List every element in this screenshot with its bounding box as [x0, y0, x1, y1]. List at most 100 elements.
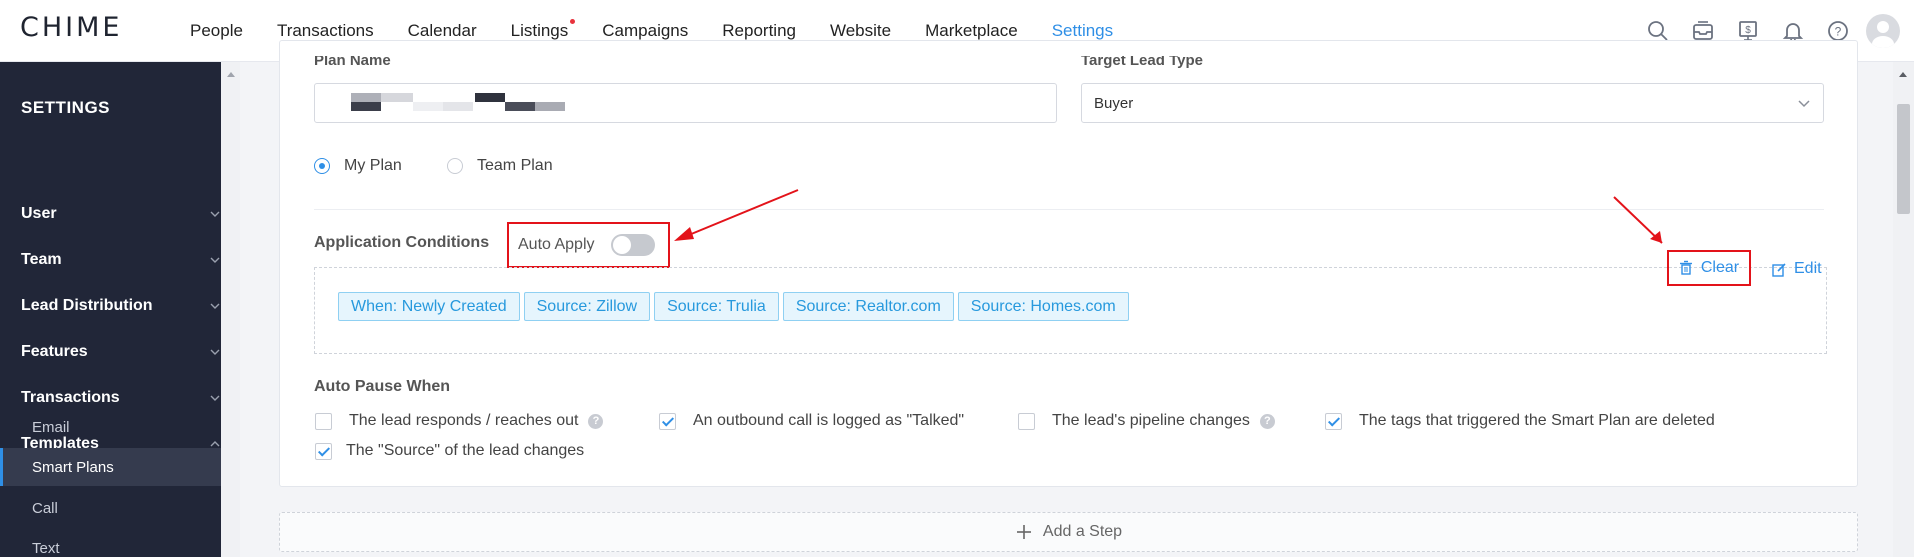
- scroll-up-icon[interactable]: [226, 70, 236, 78]
- condition-tag: Source: Zillow: [523, 292, 651, 321]
- sidebar-item-label: Features: [21, 343, 88, 360]
- sidebar-title: SETTINGS: [21, 98, 111, 117]
- checkbox[interactable]: [315, 442, 332, 460]
- sidebar-item-label: User: [21, 205, 57, 222]
- sidebar-item-lead-distribution[interactable]: Lead Distribution: [0, 286, 221, 326]
- target-lead-type-select[interactable]: Buyer: [1081, 83, 1824, 123]
- nav-marketplace[interactable]: Marketplace: [925, 21, 1018, 41]
- sidebar-sub-smart-plans-row[interactable]: Smart Plans: [0, 448, 221, 486]
- scrollbar-thumb[interactable]: [1897, 104, 1910, 214]
- pause-source-changes[interactable]: The "Source" of the lead changes: [315, 442, 584, 460]
- radio-team-plan[interactable]: Team Plan: [447, 157, 553, 175]
- sidebar-item-label: Lead Distribution: [21, 297, 153, 314]
- nav-people[interactable]: People: [190, 21, 243, 41]
- divider: [314, 209, 1824, 210]
- redacted-block: [535, 102, 565, 111]
- pause-lead-responds[interactable]: The lead responds / reaches out ?: [315, 412, 604, 430]
- checkbox-label: The tags that triggered the Smart Plan a…: [1359, 412, 1715, 429]
- nav-transactions[interactable]: Transactions: [277, 21, 374, 41]
- plan-name-input[interactable]: [314, 83, 1057, 123]
- annotation-arrow: [1613, 196, 1663, 244]
- radio-team-plan-label: Team Plan: [477, 157, 553, 174]
- nav-settings[interactable]: Settings: [1052, 21, 1113, 41]
- page-scrollbar[interactable]: [1893, 62, 1914, 557]
- redacted-block: [413, 102, 443, 111]
- nav-reporting[interactable]: Reporting: [722, 21, 796, 41]
- condition-tag: Source: Trulia: [654, 292, 779, 321]
- condition-tag: Source: Realtor.com: [782, 292, 954, 321]
- nav-website[interactable]: Website: [830, 21, 891, 41]
- radio-my-plan[interactable]: My Plan: [314, 157, 402, 175]
- radio-team-plan-dot[interactable]: [447, 158, 463, 174]
- sidebar-sub-text-row[interactable]: Text: [0, 529, 221, 557]
- notification-dot: [570, 19, 576, 24]
- annotation-arrow: [674, 189, 799, 241]
- clear-label: Clear: [1700, 259, 1740, 276]
- nav-campaigns[interactable]: Campaigns: [602, 21, 688, 41]
- chevron-down-icon: [210, 349, 220, 355]
- add-step-label: Add a Step: [1042, 523, 1123, 540]
- svg-text:$: $: [1745, 25, 1751, 36]
- auto-apply-label: Auto Apply: [518, 236, 595, 253]
- redacted-block: [505, 102, 535, 111]
- add-step-button[interactable]: Add a Step: [279, 512, 1858, 552]
- help-icon[interactable]: ?: [588, 413, 604, 429]
- sidebar-scrollbar[interactable]: [221, 62, 240, 557]
- radio-my-plan-label: My Plan: [344, 157, 402, 174]
- checkbox[interactable]: [1018, 412, 1035, 430]
- redacted-block: [443, 102, 473, 111]
- nav-calendar[interactable]: Calendar: [408, 21, 477, 41]
- sidebar-item-features[interactable]: Features: [0, 332, 221, 372]
- svg-text:?: ?: [1835, 25, 1842, 39]
- help-icon[interactable]: ?: [1259, 413, 1275, 429]
- avatar[interactable]: [1866, 14, 1900, 48]
- checkbox[interactable]: [659, 412, 676, 430]
- redacted-block: [351, 102, 381, 111]
- application-conditions-title: Application Conditions: [314, 234, 490, 251]
- trash-icon: [1679, 260, 1692, 275]
- sidebar-item-team[interactable]: Team: [0, 240, 221, 280]
- auto-apply-highlight: Auto Apply: [507, 222, 670, 268]
- pause-pipeline-changes[interactable]: The lead's pipeline changes ?: [1018, 412, 1275, 430]
- condition-tag: Source: Homes.com: [957, 292, 1129, 321]
- sidebar-sub-label: Smart Plans: [32, 458, 114, 476]
- chevron-down-icon: [210, 211, 220, 217]
- plus-icon: [1016, 525, 1031, 539]
- radio-my-plan-dot[interactable]: [314, 158, 330, 174]
- nav-listings[interactable]: Listings: [511, 19, 576, 41]
- chevron-down-icon: [210, 395, 220, 401]
- sidebar-item-user[interactable]: User: [0, 194, 221, 234]
- redacted-block: [475, 93, 505, 102]
- checkbox-label: An outbound call is logged as "Talked": [693, 412, 965, 429]
- edit-button[interactable]: Edit: [1772, 260, 1822, 278]
- chevron-down-icon: [210, 257, 220, 263]
- checkbox-label: The lead's pipeline changes: [1052, 412, 1250, 429]
- chevron-down-icon: [210, 303, 220, 309]
- redacted-block: [381, 93, 413, 102]
- scroll-up-icon[interactable]: [1898, 70, 1908, 78]
- pause-call-talked[interactable]: An outbound call is logged as "Talked": [659, 412, 964, 430]
- sidebar-sub-label: Call: [32, 499, 58, 517]
- sidebar-item-label: Team: [21, 251, 62, 268]
- checkbox-label: The lead responds / reaches out: [349, 412, 579, 429]
- condition-tag: When: Newly Created: [338, 292, 520, 321]
- condition-tags: When: Newly Created Source: Zillow Sourc…: [338, 292, 1133, 321]
- auto-pause-title: Auto Pause When: [314, 378, 451, 395]
- clear-button[interactable]: Clear: [1667, 250, 1751, 286]
- sidebar-sub-label: Text: [32, 539, 60, 557]
- edit-icon: [1772, 262, 1786, 277]
- auto-apply-toggle[interactable]: [610, 234, 655, 256]
- chevron-down-icon: [1798, 100, 1810, 108]
- sidebar-sub-label: Email: [32, 418, 70, 436]
- conditions-area: When: Newly Created Source: Zillow Sourc…: [314, 267, 1827, 354]
- sidebar-item-label: Transactions: [21, 389, 120, 406]
- edit-label: Edit: [1794, 260, 1822, 277]
- sidebar-sub-email-row[interactable]: Email: [0, 408, 221, 446]
- sidebar-sub-call-row[interactable]: Call: [0, 489, 221, 527]
- checkbox[interactable]: [1325, 412, 1342, 430]
- checkbox[interactable]: [315, 412, 332, 430]
- checkbox-label: The "Source" of the lead changes: [346, 442, 585, 459]
- target-lead-type-value: Buyer: [1094, 95, 1134, 112]
- chime-logo[interactable]: CHIME: [20, 12, 122, 43]
- pause-tags-deleted[interactable]: The tags that triggered the Smart Plan a…: [1325, 412, 1715, 430]
